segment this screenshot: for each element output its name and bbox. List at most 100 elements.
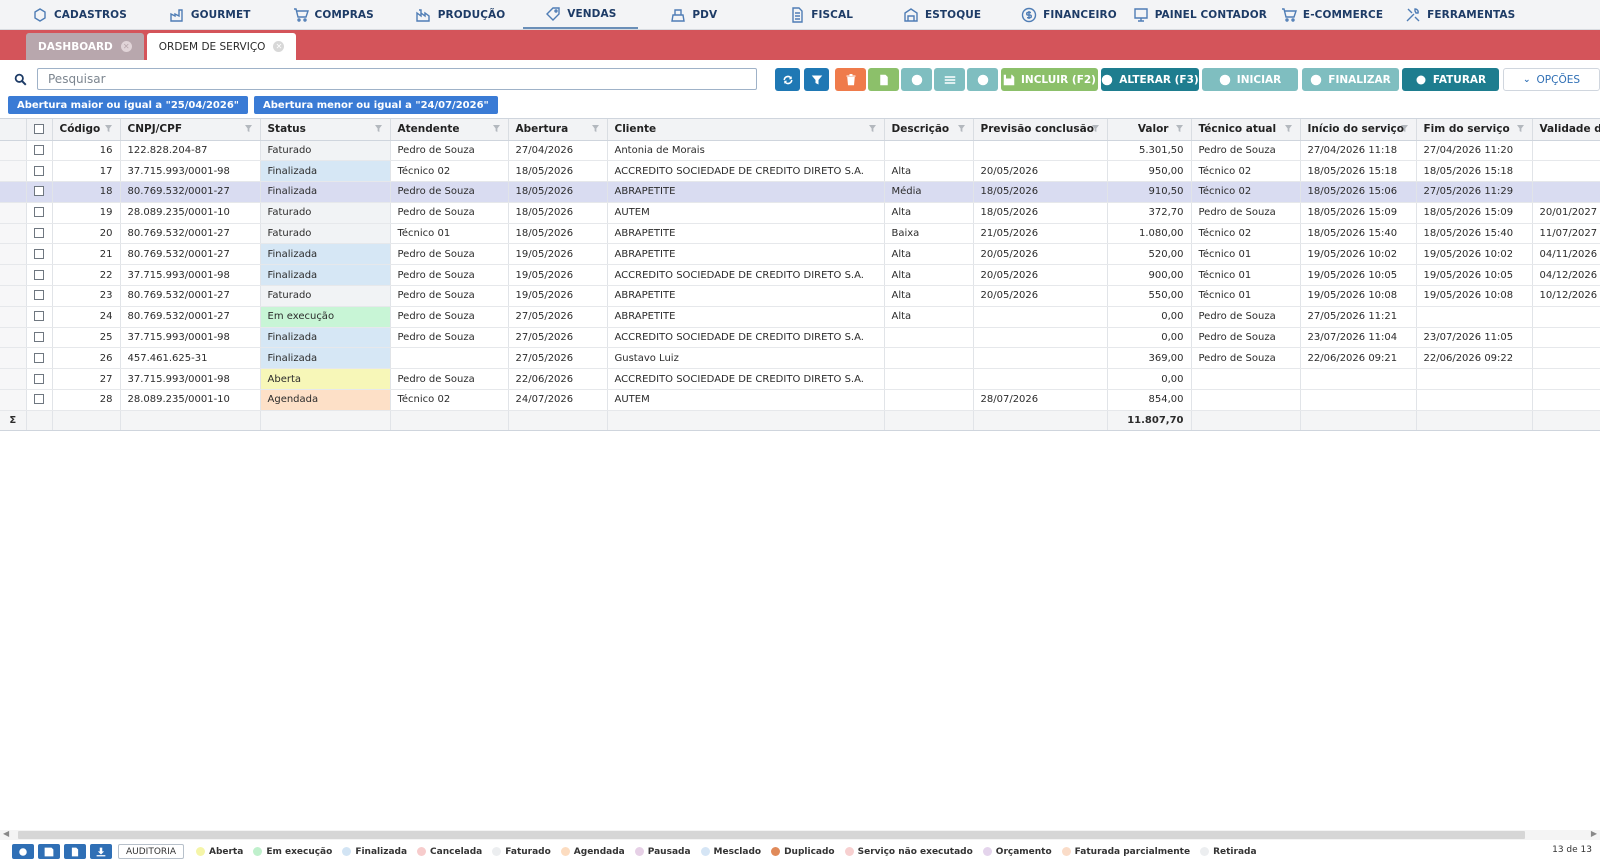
search-input[interactable] [37, 68, 757, 90]
settings-button[interactable] [12, 844, 34, 859]
view-button[interactable] [901, 68, 932, 91]
row-select[interactable] [26, 327, 53, 349]
row-select[interactable] [26, 202, 53, 224]
filter-icon[interactable] [1284, 125, 1292, 132]
filter-icon[interactable] [957, 125, 965, 132]
column-header[interactable]: Validade da g [1532, 119, 1600, 141]
search-button[interactable] [8, 68, 32, 90]
row-select[interactable] [26, 223, 53, 245]
column-header[interactable]: Previsão conclusão [973, 119, 1108, 141]
scroll-right-icon[interactable]: ▶ [1591, 829, 1597, 838]
report-button[interactable] [64, 844, 86, 859]
menu-ecommerce[interactable]: E-COMMERCE [1271, 0, 1393, 29]
checkbox[interactable] [34, 332, 44, 343]
checkbox[interactable] [34, 394, 44, 405]
row-select[interactable] [26, 181, 53, 203]
checkbox[interactable] [34, 144, 44, 155]
menu-estoque[interactable]: ESTOQUE [893, 0, 991, 29]
row-select[interactable] [26, 140, 53, 162]
table-row[interactable]: 20 80.769.532/0001-27 Faturado Técnico 01 18… [0, 223, 1600, 245]
table-row[interactable]: 27 37.715.993/0001-98 Aberta Pedro de Souza… [0, 368, 1600, 391]
scrollbar-thumb[interactable] [18, 831, 1525, 839]
checkbox[interactable] [34, 186, 44, 197]
column-header[interactable]: Fim do serviço [1416, 119, 1533, 141]
column-header[interactable]: Código [52, 119, 121, 141]
list-button[interactable] [934, 68, 965, 91]
row-select[interactable] [26, 285, 53, 307]
close-icon[interactable]: ✕ [273, 41, 285, 52]
alterar-button[interactable]: ALTERAR (F3) [1101, 68, 1199, 91]
checkbox[interactable] [34, 311, 44, 322]
filter-button[interactable] [804, 68, 829, 91]
menu-cadastros[interactable]: CADASTROS [22, 0, 137, 29]
cancel-button[interactable] [967, 68, 998, 91]
filter-icon[interactable] [1400, 125, 1408, 132]
table-row[interactable]: 25 37.715.993/0001-98 Finalizada Pedro de S… [0, 327, 1600, 349]
table-row[interactable]: 23 80.769.532/0001-27 Faturado Pedro de Sou… [0, 285, 1600, 307]
table-row[interactable]: 24 80.769.532/0001-27 Em execução Pedro de … [0, 306, 1600, 328]
row-select[interactable] [26, 347, 53, 370]
row-select[interactable] [26, 306, 53, 328]
faturar-button[interactable]: FATURAR [1402, 68, 1499, 91]
filter-icon[interactable] [868, 125, 876, 132]
document-button[interactable] [868, 68, 899, 91]
row-select[interactable] [26, 243, 53, 266]
refresh-button[interactable] [775, 68, 800, 91]
menu-ferramentas[interactable]: FERRAMENTAS [1395, 0, 1525, 29]
table-row[interactable]: 16 122.828.204-87 Faturado Pedro de Souza 27… [0, 140, 1600, 162]
checkbox[interactable] [34, 373, 44, 384]
menu-producao[interactable]: PRODUÇÃO [406, 0, 516, 29]
scroll-left-icon[interactable]: ◀ [3, 829, 9, 838]
table-row[interactable]: 21 80.769.532/0001-27 Finalizada Pedro de S… [0, 243, 1600, 266]
menu-gourmet[interactable]: GOURMET [159, 0, 261, 29]
menu-pdv[interactable]: PDV [660, 0, 727, 29]
checkbox[interactable] [34, 248, 44, 259]
column-header[interactable]: Abertura [508, 119, 608, 141]
filter-icon[interactable] [591, 125, 599, 132]
tab-ordem-de-servico[interactable]: ORDEM DE SERVIÇO ✕ [146, 33, 297, 60]
auditoria-button[interactable]: AUDITORIA [118, 844, 184, 859]
column-header[interactable]: Cliente [607, 119, 885, 141]
incluir-button[interactable]: INCLUIR (F2) [1001, 68, 1098, 91]
table-row[interactable]: 28 28.089.235/0001-10 Agendada Técnico 02 24… [0, 389, 1600, 411]
column-header[interactable]: Status [260, 119, 391, 141]
filter-icon[interactable] [244, 125, 252, 132]
filter-icon[interactable] [1516, 125, 1524, 132]
table-row[interactable]: 19 28.089.235/0001-10 Faturado Pedro de Sou… [0, 202, 1600, 224]
column-header[interactable]: CNPJ/CPF [120, 119, 261, 141]
filter-icon[interactable] [104, 125, 112, 132]
column-header[interactable]: Descrição [884, 119, 974, 141]
checkbox[interactable] [34, 124, 44, 135]
row-select[interactable] [26, 160, 53, 183]
filter-icon[interactable] [492, 125, 500, 132]
checkbox[interactable] [34, 352, 44, 363]
horizontal-scrollbar[interactable]: ◀ ▶ [0, 829, 1600, 840]
row-select[interactable] [26, 368, 53, 391]
menu-fiscal[interactable]: FISCAL [779, 0, 863, 29]
column-header[interactable]: Técnico atual [1191, 119, 1301, 141]
checkbox[interactable] [34, 269, 44, 280]
column-header[interactable]: Atendente [390, 119, 509, 141]
delete-button[interactable] [835, 68, 866, 91]
header-select-all[interactable] [26, 119, 53, 141]
row-select[interactable] [26, 389, 53, 411]
filter-icon[interactable] [1175, 125, 1183, 132]
menu-compras[interactable]: COMPRAS [283, 0, 384, 29]
close-icon[interactable]: ✕ [120, 41, 132, 52]
checkbox[interactable] [34, 165, 44, 176]
tab-dashboard[interactable]: DASHBOARD ✕ [26, 33, 144, 60]
iniciar-button[interactable]: INICIAR [1202, 68, 1298, 91]
table-row[interactable]: 26 457.461.625-31 Finalizada 27/05/2026 Gust… [0, 347, 1600, 370]
menu-financeiro[interactable]: FINANCEIRO [1011, 0, 1127, 29]
menu-painel-contador[interactable]: PAINEL CONTADOR [1123, 0, 1277, 29]
column-header[interactable]: Início do serviço [1300, 119, 1417, 141]
save-layout-button[interactable] [38, 844, 60, 859]
table-row[interactable]: 22 37.715.993/0001-98 Finalizada Pedro de S… [0, 264, 1600, 287]
export-button[interactable] [90, 844, 112, 859]
checkbox[interactable] [34, 207, 44, 218]
filter-chip[interactable]: Abertura menor ou igual a "24/07/2026" [254, 96, 498, 114]
checkbox[interactable] [34, 228, 44, 239]
column-header[interactable]: Valor [1107, 119, 1192, 141]
filter-icon[interactable] [1091, 125, 1099, 132]
row-select[interactable] [26, 264, 53, 287]
